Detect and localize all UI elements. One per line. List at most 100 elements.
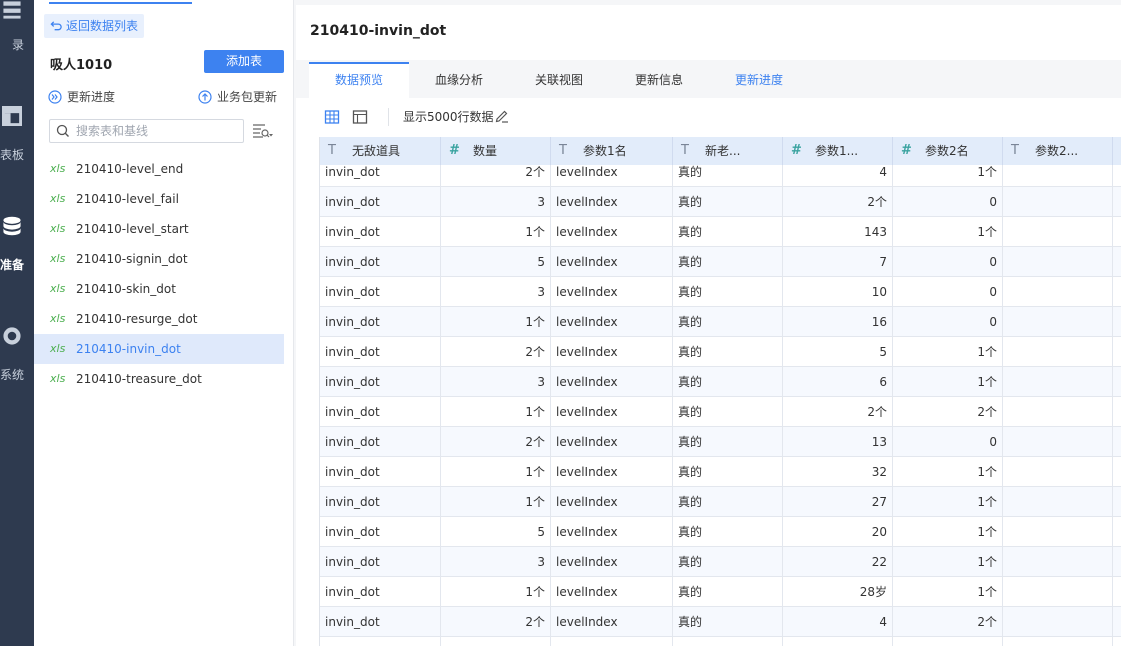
table-cell: 1个: [893, 547, 1003, 577]
table-list-item[interactable]: xls 210410-level_end: [34, 154, 284, 184]
upload-circle-icon: [198, 90, 212, 104]
table-cell: 真的: [673, 397, 783, 427]
table-cell: [1113, 247, 1121, 277]
table-list-item[interactable]: xls 210410-level_start: [34, 214, 284, 244]
grid-view-icon[interactable]: [324, 109, 340, 125]
table-cell: [1003, 337, 1113, 367]
back-arrow-icon: [50, 21, 62, 31]
column-header[interactable]: [1113, 137, 1121, 165]
table-cell: 3: [441, 187, 551, 217]
back-to-list-button[interactable]: 返回数据列表: [44, 14, 145, 38]
table-cell: [1113, 637, 1121, 646]
table-row: invin_dot 1个 levelIndex 真的 28岁 1个: [320, 577, 1121, 607]
preview-toolbar: 显示5000行数据: [296, 98, 1121, 136]
table-cell: 20: [783, 517, 893, 547]
table-cell: 2个: [783, 187, 893, 217]
table-cell: 27: [783, 487, 893, 517]
table-cell: 1个: [441, 397, 551, 427]
column-header[interactable]: # 参数2名: [893, 137, 1003, 165]
table-cell: levelIndex: [551, 397, 673, 427]
table-cell: [1003, 517, 1113, 547]
table-list-item[interactable]: xls 210410-treasure_dot: [34, 364, 284, 394]
table-cell: [1003, 277, 1113, 307]
text-type-icon: T: [328, 143, 336, 158]
table-name: 210410-skin_dot: [76, 282, 176, 296]
column-header[interactable]: T 无敌道具: [320, 137, 441, 165]
table-cell: 16: [783, 307, 893, 337]
package-update-link[interactable]: 业务包更新: [198, 89, 277, 105]
table-cell: [1003, 487, 1113, 517]
table-cell: [1113, 337, 1121, 367]
table-cell: [1003, 577, 1113, 607]
table-cell: invin_dot: [320, 367, 441, 397]
table-cell: [1113, 517, 1121, 547]
xls-file-icon: xls: [50, 162, 66, 175]
column-header[interactable]: T 新老...: [673, 137, 783, 165]
add-table-button[interactable]: 添加表: [204, 50, 284, 73]
update-progress-label: 更新进度: [67, 90, 116, 104]
table-row: invin_dot 3 levelIndex 真的 6 1个: [320, 367, 1121, 397]
table-cell: levelIndex: [551, 577, 673, 607]
table-cell: 1个: [893, 487, 1003, 517]
column-header[interactable]: T 参数2...: [1003, 137, 1113, 165]
table-cell: [1003, 457, 1113, 487]
column-header-label: 数量: [473, 144, 498, 158]
table-cell: 5: [783, 337, 893, 367]
edit-pencil-icon[interactable]: [495, 109, 509, 123]
table-cell: levelIndex: [551, 307, 673, 337]
table-cell: [1113, 277, 1121, 307]
layout-view-icon[interactable]: [352, 109, 368, 125]
column-header[interactable]: T 参数1名: [551, 137, 673, 165]
column-header[interactable]: # 参数1...: [783, 137, 893, 165]
tab-1[interactable]: 数据预览: [309, 62, 409, 98]
title-bar: 210410-invin_dot: [296, 5, 1121, 60]
table-cell: [441, 637, 551, 646]
number-type-icon: #: [449, 143, 460, 158]
xls-file-icon: xls: [50, 342, 66, 355]
table-cell: 1个: [441, 487, 551, 517]
nav-item-label: 系统: [0, 368, 24, 382]
table-search-input[interactable]: [76, 122, 236, 140]
table-list-item[interactable]: xls 210410-resurge_dot: [34, 304, 284, 334]
table-cell: [1113, 577, 1121, 607]
table-list-item[interactable]: xls 210410-level_fail: [34, 184, 284, 214]
nav-item-4[interactable]: 系统: [0, 0, 34, 646]
xls-file-icon: xls: [50, 372, 66, 385]
column-header[interactable]: # 数量: [441, 137, 551, 165]
table-list-item[interactable]: xls 210410-invin_dot: [34, 334, 284, 364]
table-row: invin_dot 1个 levelIndex 真的 2个 2个: [320, 397, 1121, 427]
table-cell: 10: [783, 277, 893, 307]
table-cell: [1003, 247, 1113, 277]
table-cell: 0: [893, 187, 1003, 217]
search-icon: [56, 124, 69, 137]
table-cell: [1113, 217, 1121, 247]
table-cell: 真的: [673, 457, 783, 487]
table-cell: 22: [783, 547, 893, 577]
table-cell: [1113, 457, 1121, 487]
table-cell: 0: [893, 427, 1003, 457]
table-list-item[interactable]: xls 210410-signin_dot: [34, 244, 284, 274]
tab-4[interactable]: 更新信息: [609, 62, 709, 98]
table-cell: invin_dot: [320, 397, 441, 427]
table-list-item[interactable]: xls 210410-skin_dot: [34, 274, 284, 304]
tab-3[interactable]: 关联视图: [509, 62, 609, 98]
table-cell: levelIndex: [551, 547, 673, 577]
table-cell: 4: [783, 607, 893, 637]
table-cell: 真的: [673, 217, 783, 247]
tab-5[interactable]: 更新进度: [709, 62, 809, 98]
number-type-icon: #: [901, 143, 912, 158]
table-cell: 1个: [893, 367, 1003, 397]
table-cell: invin_dot: [320, 487, 441, 517]
update-progress-link[interactable]: 更新进度: [48, 89, 115, 105]
toolbar-divider: [388, 108, 389, 126]
table-row: invin_dot 1个 levelIndex 真的 32 1个: [320, 457, 1121, 487]
table-cell: 13: [783, 427, 893, 457]
table-name: 210410-invin_dot: [76, 342, 181, 356]
filter-list-icon[interactable]: [252, 122, 274, 140]
table-cell: [783, 637, 893, 646]
table-cell: invin_dot: [320, 517, 441, 547]
tab-2[interactable]: 血缘分析: [409, 62, 509, 98]
table-cell: [1003, 427, 1113, 457]
table-cell: 2个: [441, 337, 551, 367]
table-row: invin_dot 3 levelIndex 真的 10 0: [320, 277, 1121, 307]
